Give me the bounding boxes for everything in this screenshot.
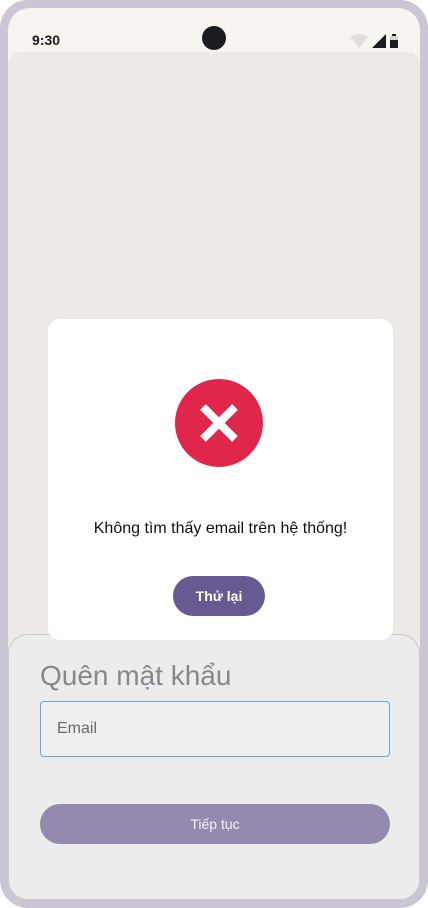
error-dialog: Không tìm thấy email trên hệ thống! Thử … <box>48 319 393 640</box>
screen: 9:30 Quên mật khẩu Email Tiếp tục Không … <box>8 8 420 900</box>
status-bar: 9:30 <box>8 8 420 52</box>
status-time: 9:30 <box>32 32 61 48</box>
status-icons <box>350 34 398 48</box>
retry-button[interactable]: Thử lại <box>173 576 265 616</box>
forgot-password-sheet: Quên mật khẩu Tiếp tục <box>8 634 420 900</box>
wifi-icon <box>350 34 368 48</box>
cellular-signal-icon <box>372 34 386 48</box>
battery-icon <box>390 34 398 48</box>
continue-button[interactable]: Tiếp tục <box>40 804 390 844</box>
email-input[interactable] <box>41 702 389 756</box>
error-x-circle-icon <box>175 379 263 467</box>
page-title: Quên mật khẩu <box>40 660 232 691</box>
camera-cutout <box>202 26 226 50</box>
email-field[interactable] <box>40 701 390 757</box>
device-frame: 9:30 Quên mật khẩu Email Tiếp tục Không … <box>0 0 428 908</box>
error-message: Không tìm thấy email trên hệ thống! <box>93 520 348 537</box>
